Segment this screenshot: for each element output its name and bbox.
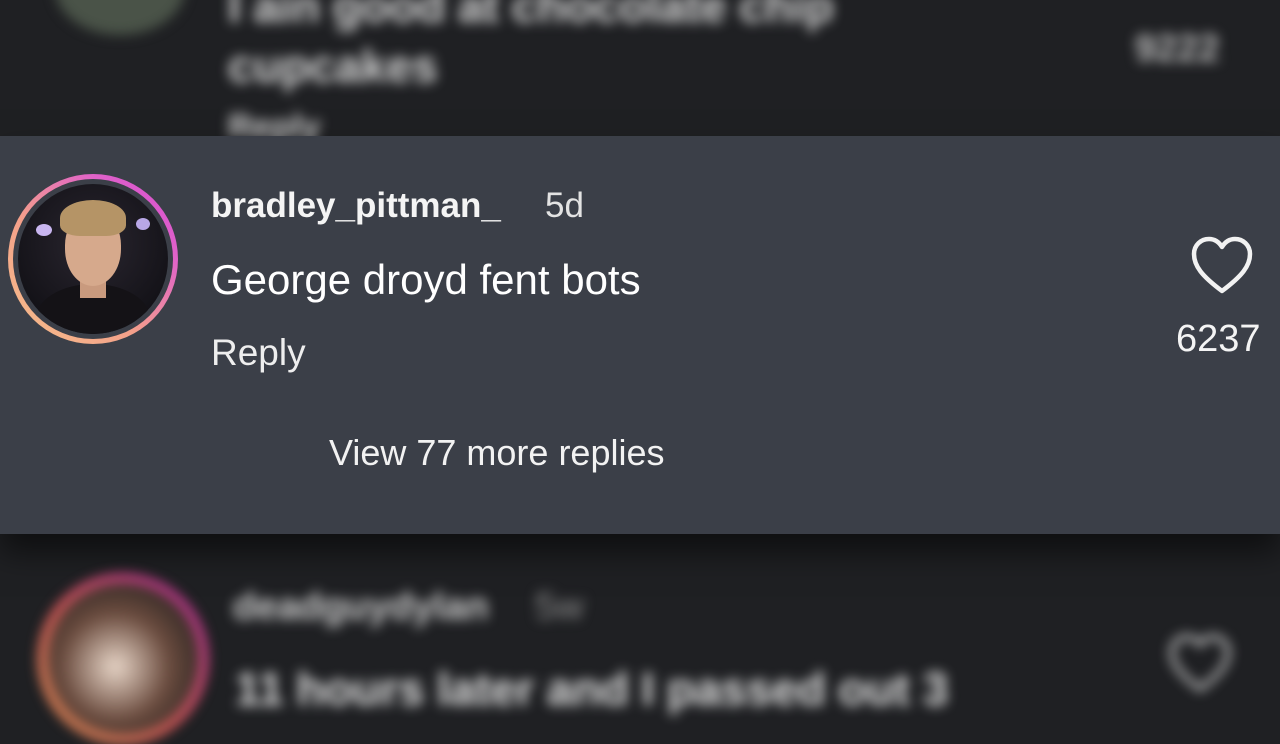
reply-button[interactable]: Reply <box>211 332 306 374</box>
heart-outline-icon[interactable] <box>1168 634 1232 694</box>
avatar[interactable] <box>55 0 185 35</box>
comment-timestamp: 5w <box>535 586 584 628</box>
comment-text: 11 hours later and I passed out 3 <box>235 663 949 715</box>
comment-top: I ain good at chocolate chip cupcakes Re… <box>0 0 1280 146</box>
avatar[interactable] <box>8 174 178 344</box>
avatar-ring-gap <box>13 179 173 339</box>
profile-photo <box>46 582 200 736</box>
like-count: 6237 <box>1176 318 1261 360</box>
view-replies-button[interactable]: View 77 more replies <box>329 432 665 474</box>
comment-text: George droyd fent bots <box>211 256 641 303</box>
background-light <box>36 224 52 236</box>
photo-hair <box>60 200 126 236</box>
background-light <box>136 218 150 230</box>
comment-bottom: deadguydylan 5w 11 hours later and I pas… <box>0 534 1280 744</box>
profile-photo <box>18 184 168 334</box>
comment-timestamp: 5d <box>545 186 584 225</box>
like-count: 9222 <box>1135 28 1220 70</box>
avatar[interactable] <box>38 574 208 744</box>
comment-highlighted: bradley_pittman_ 5d George droyd fent bo… <box>0 136 1280 534</box>
heart-outline-icon[interactable] <box>1190 236 1254 296</box>
comment-text: I ain good at chocolate chip cupcakes <box>228 0 834 92</box>
comment-username[interactable]: deadguydylan <box>233 586 489 629</box>
comment-username[interactable]: bradley_pittman_ <box>211 186 501 226</box>
